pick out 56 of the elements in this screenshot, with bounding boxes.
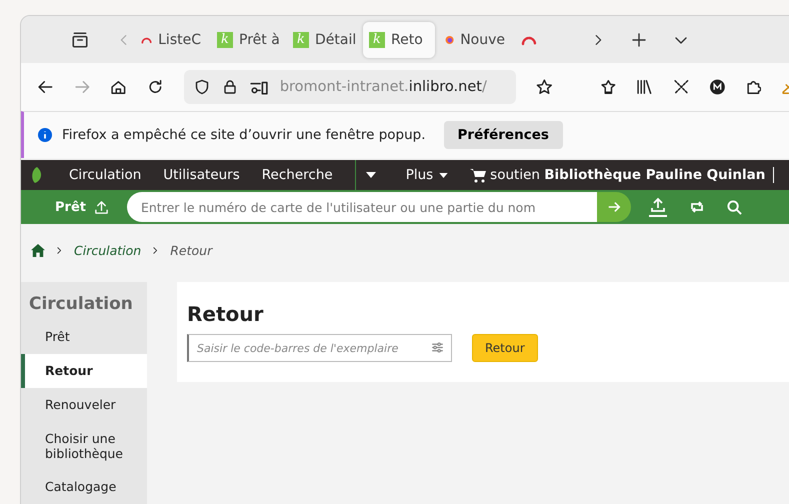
nav-link[interactable]: Circulation [69, 167, 164, 183]
caret-icon[interactable] [366, 172, 376, 178]
upload-icon [94, 200, 109, 214]
home-icon [110, 78, 128, 96]
pocket-icon [600, 78, 616, 96]
puzzle-icon [744, 78, 762, 96]
checkin-button[interactable]: Retour [472, 334, 538, 362]
forward-arrow-icon [74, 78, 90, 96]
renew-arrows-icon[interactable] [688, 199, 705, 215]
k-letter-icon: k [369, 32, 385, 48]
star-icon [536, 78, 552, 96]
nav-link[interactable]: Utilisateurs [163, 167, 262, 183]
home-icon[interactable] [31, 244, 45, 256]
page-title: Retour [187, 302, 264, 326]
sidebar-item[interactable]: Catalogage [21, 470, 147, 504]
library-name[interactable]: soutien Bibliothèque Pauline Quinlan [490, 167, 766, 183]
arrow-right-icon [606, 200, 621, 214]
browser-tab[interactable]: k Reto [363, 22, 435, 58]
barcode-field[interactable]: Saisir le code-barres de l'exemplaire [187, 334, 452, 362]
browser-tab[interactable]: ListeC [135, 22, 207, 58]
patron-search-field[interactable]: Entrer le numéro de carte de l'utilisateur ou une partie du nom [126, 192, 597, 222]
sidebar-title: Circulation [28, 293, 134, 316]
plus-icon [631, 32, 647, 48]
tab-overview-icon [71, 30, 89, 48]
address-bar[interactable]: bromont-intranet.inlibro.net/ [184, 70, 516, 104]
lock-icon [222, 79, 238, 95]
sidebar-item[interactable]: Retour [21, 354, 147, 388]
back-arrow-icon [37, 78, 54, 96]
k-letter-icon: k [217, 32, 233, 48]
info-icon [38, 128, 52, 142]
account-icon [710, 79, 725, 95]
notification-message: Firefox a empêché ce site d’ouvrir une fenêtre popup. [62, 127, 426, 143]
browser-tab[interactable]: k Détail [287, 22, 359, 58]
caret-icon [439, 172, 448, 178]
cart-icon [470, 168, 486, 182]
shield-icon [194, 79, 210, 95]
preferences-button[interactable]: Préférences [444, 121, 563, 149]
browser-tab[interactable]: Nouve [439, 22, 511, 58]
checkout-icon[interactable] [648, 197, 667, 217]
search-icon[interactable] [726, 200, 742, 214]
breadcrumb-current: Retour [170, 242, 212, 258]
breadcrumb-link[interactable]: Circulation [74, 242, 142, 258]
reload-icon [147, 78, 164, 96]
sidebar-item[interactable]: Choisir une bibliothèque [21, 422, 147, 470]
chevron-icon [55, 246, 64, 254]
sidebar-item[interactable]: Renouveler [21, 388, 147, 422]
k-letter-icon: k [293, 32, 309, 48]
library-icon [636, 78, 654, 96]
checkout-tab[interactable]: Prêt [21, 190, 127, 224]
nav-link[interactable]: Recherche [262, 167, 355, 183]
more-menu[interactable]: Plus [406, 167, 470, 183]
url-text: bromont-intranet.inlibro.net/ [280, 79, 487, 95]
browser-tab[interactable]: k Prêt à [211, 22, 283, 58]
sliders-icon [431, 341, 444, 354]
submit-button[interactable] [596, 192, 631, 222]
sidebar-item[interactable]: Prêt [21, 320, 147, 354]
